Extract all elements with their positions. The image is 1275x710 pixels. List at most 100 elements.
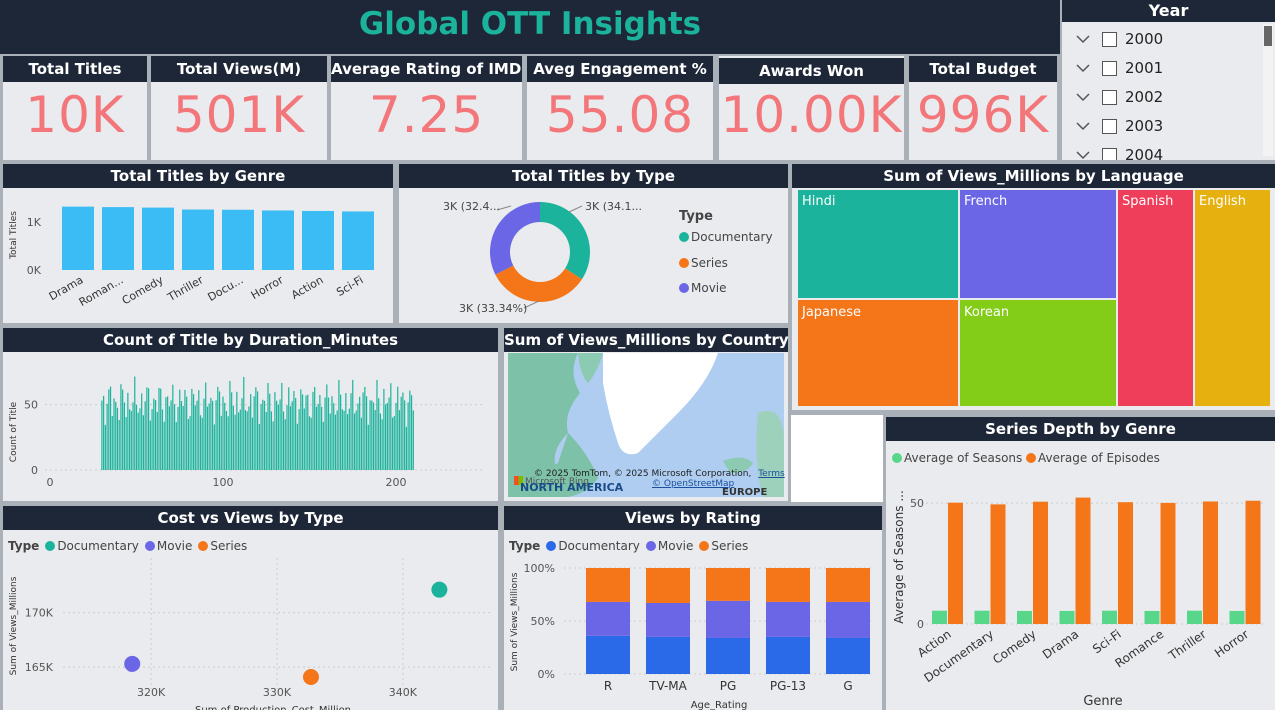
chevron-down-icon[interactable] <box>1076 119 1090 133</box>
bar <box>229 380 231 470</box>
bar-action <box>302 210 334 270</box>
bar <box>205 382 207 470</box>
bar-series-g <box>826 568 870 602</box>
year-label: 2003 <box>1125 117 1164 135</box>
bar-episodes-romance <box>1160 502 1176 624</box>
checkbox[interactable] <box>1102 89 1117 105</box>
chevron-down-icon[interactable] <box>1076 32 1090 46</box>
bar <box>346 414 349 470</box>
bar <box>199 415 202 470</box>
year-item-2002[interactable]: 2002 <box>1076 84 1163 110</box>
bar <box>397 386 399 470</box>
x-tick-label: Comedy <box>990 627 1039 667</box>
year-slicer[interactable]: Year 2000 2001 2002 2003 2004 <box>1062 0 1275 160</box>
y-tick-label: 165K <box>25 661 54 674</box>
bar <box>274 392 276 470</box>
bar <box>371 400 373 470</box>
bar <box>248 406 250 470</box>
bar <box>372 402 375 470</box>
bar <box>160 388 162 470</box>
legend-label: Documentary <box>691 230 773 244</box>
terms-link[interactable]: Terms <box>758 469 785 479</box>
legend-label: Documentary <box>57 539 139 553</box>
bar <box>350 393 352 470</box>
bar <box>341 409 343 470</box>
chevron-down-icon[interactable] <box>1076 148 1090 160</box>
legend-episodes[interactable]: Average of Episodes <box>1026 451 1160 465</box>
legend-label: Average of Seasons <box>904 451 1023 465</box>
bar <box>407 402 409 470</box>
bar <box>262 399 264 470</box>
slicer-scrollbar[interactable] <box>1263 24 1273 156</box>
legend-label: Series <box>210 539 248 553</box>
bar <box>222 396 224 470</box>
bar <box>260 404 262 470</box>
kpi-label: Total Titles <box>3 56 147 82</box>
kpi-total-views: Total Views(M) 501K <box>151 56 327 160</box>
bar <box>319 394 321 470</box>
x-tick-label: TV-MA <box>648 679 688 693</box>
bar <box>154 400 157 470</box>
y-tick-label: 50 <box>910 497 924 510</box>
bar <box>357 403 359 470</box>
legend-series[interactable]: Series <box>679 256 728 270</box>
legend-seasons[interactable]: Average of Seasons <box>892 451 1022 465</box>
kpi-label: Average Rating of IMDB <box>331 56 522 82</box>
bar <box>118 419 120 470</box>
kpi-value: 501K <box>172 86 306 144</box>
bar <box>376 379 378 470</box>
treemap-japanese[interactable]: Japanese <box>798 300 958 406</box>
legend-label: Average of Episodes <box>1038 451 1160 465</box>
legend-title-text: Type <box>509 539 541 553</box>
treemap-english[interactable]: English <box>1195 190 1270 406</box>
x-tick-label: Sci-Fi <box>334 273 365 299</box>
treemap-spanish[interactable]: Spanish <box>1118 190 1193 406</box>
year-item-2004[interactable]: 2004 <box>1076 142 1163 160</box>
legend-documentary[interactable]: Documentary <box>679 230 773 244</box>
bar <box>232 405 234 470</box>
checkbox[interactable] <box>1102 31 1117 47</box>
checkbox[interactable] <box>1102 118 1117 134</box>
chevron-down-icon[interactable] <box>1076 90 1090 104</box>
bar <box>113 398 115 470</box>
checkbox[interactable] <box>1102 60 1117 76</box>
year-item-2003[interactable]: 2003 <box>1076 113 1163 139</box>
bar <box>286 405 288 470</box>
bar <box>334 414 337 470</box>
legend-movie[interactable]: Movie <box>679 281 727 295</box>
duration-chart-panel: Count of Title by Duration_Minutes Count… <box>3 328 498 501</box>
bar <box>163 421 165 470</box>
x-tick-label: Romance <box>1112 627 1166 670</box>
bar <box>253 396 255 470</box>
bar-seasons-drama <box>1059 610 1075 624</box>
x-tick-label: Horror <box>1212 627 1251 660</box>
bar <box>180 401 183 470</box>
year-item-2000[interactable]: 2000 <box>1076 26 1163 52</box>
bar <box>291 401 293 470</box>
map-region-label: EUROPE <box>722 487 768 498</box>
point-series <box>302 668 319 685</box>
bar <box>194 405 196 470</box>
treemap-french[interactable]: French <box>960 190 1116 298</box>
bar <box>388 397 390 470</box>
checkbox[interactable] <box>1102 147 1117 160</box>
donut-slice-documentary <box>540 202 590 280</box>
bar <box>156 412 158 470</box>
data-label: 3K (34.1... <box>585 200 642 213</box>
scrollbar-thumb[interactable] <box>1264 26 1272 46</box>
treemap-label: English <box>1199 194 1246 209</box>
bar <box>395 402 397 470</box>
treemap-korean[interactable]: Korean <box>960 300 1116 406</box>
bar-episodes-action <box>948 502 963 624</box>
y-axis-label: Sum of Views_Millions <box>510 572 520 671</box>
year-item-2001[interactable]: 2001 <box>1076 55 1163 81</box>
bar <box>142 415 145 470</box>
chevron-down-icon[interactable] <box>1076 61 1090 75</box>
bar <box>353 413 356 470</box>
year-label: 2000 <box>1125 30 1164 48</box>
bar <box>210 397 212 470</box>
treemap-hindi[interactable]: Hindi <box>798 190 958 298</box>
kpi-awards: Awards Won 10.00K <box>719 56 904 160</box>
y-tick-label: 170K <box>25 607 54 620</box>
bar <box>144 401 146 470</box>
